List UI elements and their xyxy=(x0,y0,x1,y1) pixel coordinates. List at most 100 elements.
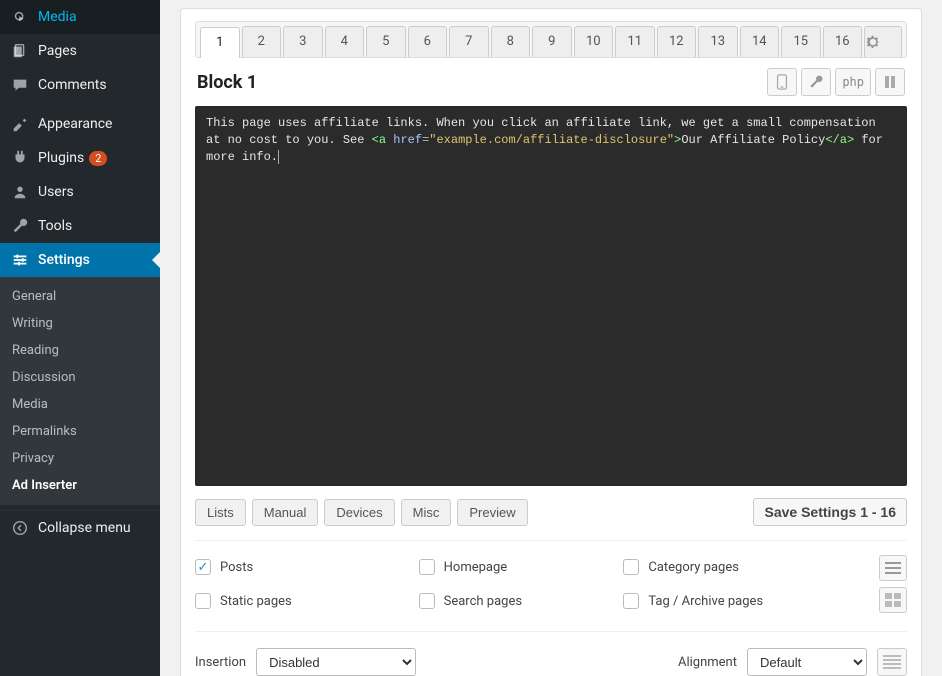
plugins-update-badge: 2 xyxy=(89,151,107,166)
block-title: Block 1 xyxy=(197,72,257,93)
sidebar-label: Appearance xyxy=(38,116,112,132)
code-tag-close: </a> xyxy=(825,133,854,147)
device-icon xyxy=(775,74,789,90)
sidebar-label: Users xyxy=(38,184,74,200)
checkbox-label: Search pages xyxy=(444,594,522,609)
block-tab-5[interactable]: 5 xyxy=(366,26,406,57)
settings-sub-privacy[interactable]: Privacy xyxy=(0,445,160,472)
checkbox-search[interactable] xyxy=(419,593,435,609)
misc-button[interactable]: Misc xyxy=(401,499,452,526)
settings-sub-permalinks[interactable]: Permalinks xyxy=(0,418,160,445)
settings-subtabs: Lists Manual Devices Misc Preview Save S… xyxy=(195,498,907,526)
option-static-pages[interactable]: Static pages xyxy=(195,593,403,609)
sidebar-collapse[interactable]: Collapse menu xyxy=(0,510,160,545)
main-content: 1 2 3 4 5 6 7 8 9 10 11 12 13 14 15 16 B… xyxy=(160,0,942,676)
block-header: Block 1 php xyxy=(195,58,907,106)
checkbox-tag-archive[interactable] xyxy=(623,593,639,609)
sidebar-item-users[interactable]: Users xyxy=(0,175,160,209)
block-tab-1[interactable]: 1 xyxy=(200,27,240,58)
sidebar-label: Settings xyxy=(38,252,90,268)
block-tab-10[interactable]: 10 xyxy=(574,26,614,57)
sidebar-item-plugins[interactable]: Plugins 2 xyxy=(0,141,160,175)
block-tab-4[interactable]: 4 xyxy=(325,26,365,57)
block-header-buttons: php xyxy=(767,68,905,96)
tools-button[interactable] xyxy=(801,68,831,96)
block-tab-13[interactable]: 13 xyxy=(698,26,738,57)
alignment-label: Alignment xyxy=(678,655,737,670)
sidebar-item-media[interactable]: Media xyxy=(0,0,160,34)
device-toggle-button[interactable] xyxy=(767,68,797,96)
settings-sub-writing[interactable]: Writing xyxy=(0,310,160,337)
gear-icon xyxy=(865,34,901,50)
option-category-pages[interactable]: Category pages xyxy=(623,559,831,575)
devices-button[interactable]: Devices xyxy=(324,499,394,526)
collapse-label: Collapse menu xyxy=(38,520,131,536)
sidebar-item-tools[interactable]: Tools xyxy=(0,209,160,243)
php-label: php xyxy=(842,75,864,89)
block-tab-15[interactable]: 15 xyxy=(781,26,821,57)
option-posts[interactable]: Posts xyxy=(195,559,403,575)
insertion-select[interactable]: Disabled xyxy=(256,648,416,676)
block-tab-settings[interactable] xyxy=(864,26,902,57)
settings-sub-discussion[interactable]: Discussion xyxy=(0,364,160,391)
ad-inserter-panel: 1 2 3 4 5 6 7 8 9 10 11 12 13 14 15 16 B… xyxy=(180,8,922,676)
block-tab-9[interactable]: 9 xyxy=(532,26,572,57)
users-icon xyxy=(10,182,30,202)
option-homepage[interactable]: Homepage xyxy=(419,559,608,575)
checkbox-label: Tag / Archive pages xyxy=(648,594,763,609)
settings-sub-general[interactable]: General xyxy=(0,283,160,310)
lists-button[interactable]: Lists xyxy=(195,499,246,526)
option-tag-archive-pages[interactable]: Tag / Archive pages xyxy=(623,593,831,609)
insertion-row: Insertion Disabled Alignment Default xyxy=(195,631,907,676)
settings-sub-media[interactable]: Media xyxy=(0,391,160,418)
settings-sub-reading[interactable]: Reading xyxy=(0,337,160,364)
list-icon xyxy=(885,561,901,575)
align-icon xyxy=(883,655,901,669)
editor-cursor xyxy=(278,150,279,164)
sidebar-label: Pages xyxy=(38,43,77,59)
sidebar-item-settings[interactable]: Settings xyxy=(0,243,160,277)
checkbox-label: Static pages xyxy=(220,594,292,609)
block-tab-7[interactable]: 7 xyxy=(449,26,489,57)
alignment-select[interactable]: Default xyxy=(747,648,867,676)
checkbox-label: Category pages xyxy=(648,560,739,575)
option-search-pages[interactable]: Search pages xyxy=(419,593,608,609)
sidebar-item-comments[interactable]: Comments xyxy=(0,68,160,102)
block-tabs: 1 2 3 4 5 6 7 8 9 10 11 12 13 14 15 16 xyxy=(195,21,907,58)
code-editor[interactable]: This page uses affiliate links. When you… xyxy=(195,106,907,486)
grid-view-button[interactable] xyxy=(879,587,907,613)
code-attr-value: "example.com/affiliate-disclosure" xyxy=(429,133,674,147)
plugins-icon xyxy=(10,148,30,168)
checkbox-category[interactable] xyxy=(623,559,639,575)
settings-sub-ad-inserter[interactable]: Ad Inserter xyxy=(0,472,160,499)
block-tab-16[interactable]: 16 xyxy=(823,26,863,57)
block-tab-11[interactable]: 11 xyxy=(615,26,655,57)
block-tab-3[interactable]: 3 xyxy=(283,26,323,57)
preview-button[interactable]: Preview xyxy=(457,499,527,526)
checkbox-posts[interactable] xyxy=(195,559,211,575)
sidebar-item-pages[interactable]: Pages xyxy=(0,34,160,68)
block-tab-14[interactable]: 14 xyxy=(740,26,780,57)
grid-icon xyxy=(885,593,901,607)
sidebar-label: Plugins xyxy=(38,150,84,166)
pause-button[interactable] xyxy=(875,68,905,96)
sidebar-item-appearance[interactable]: Appearance xyxy=(0,107,160,141)
save-settings-button[interactable]: Save Settings 1 - 16 xyxy=(753,498,907,526)
pages-icon xyxy=(10,41,30,61)
checkbox-homepage[interactable] xyxy=(419,559,435,575)
block-tab-6[interactable]: 6 xyxy=(408,26,448,57)
php-toggle-button[interactable]: php xyxy=(835,68,871,96)
checkbox-static[interactable] xyxy=(195,593,211,609)
block-tab-8[interactable]: 8 xyxy=(491,26,531,57)
manual-button[interactable]: Manual xyxy=(252,499,319,526)
checkbox-label: Posts xyxy=(220,560,253,575)
alignment-preview-button[interactable] xyxy=(877,648,907,676)
list-view-button[interactable] xyxy=(879,555,907,581)
appearance-icon xyxy=(10,114,30,134)
sidebar-label: Tools xyxy=(38,218,72,234)
page-type-options: Posts Homepage Category pages xyxy=(195,540,907,613)
block-tab-2[interactable]: 2 xyxy=(242,26,282,57)
view-mode-buttons xyxy=(879,555,907,613)
block-tab-12[interactable]: 12 xyxy=(657,26,697,57)
collapse-icon xyxy=(10,518,30,538)
